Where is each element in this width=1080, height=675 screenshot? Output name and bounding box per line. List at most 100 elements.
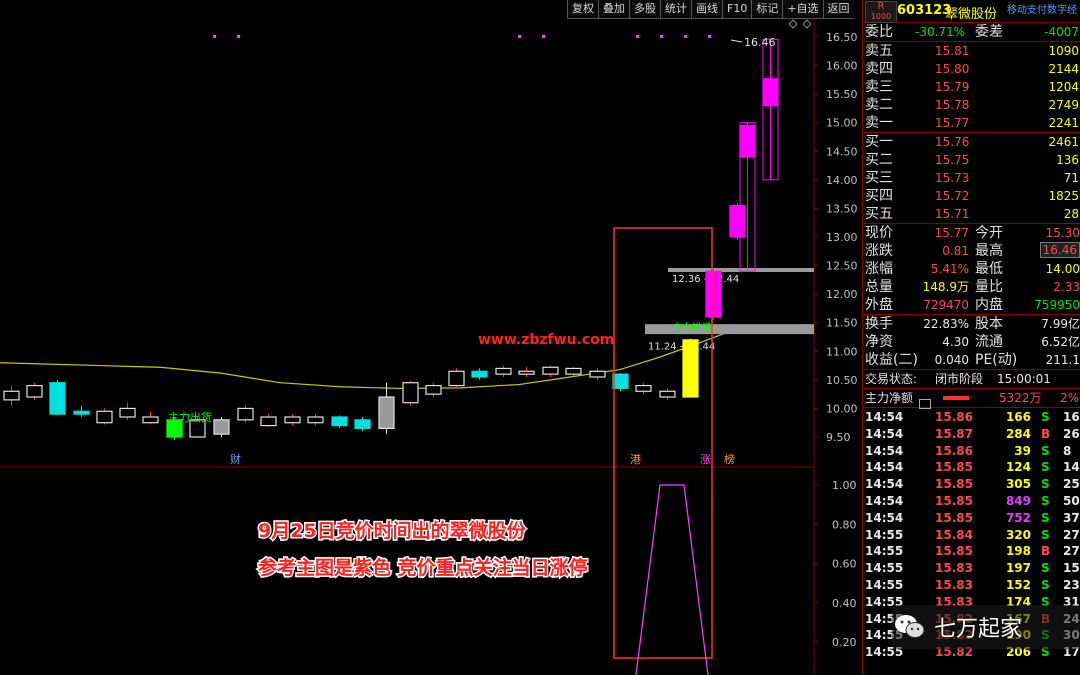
bid-level-row[interactable]: 买三 15.73 71 [863,169,1080,187]
toolbar-button-4[interactable]: 画线 [691,0,722,19]
trade-row[interactable]: 14:55 15.85 198 B 27 [863,543,1080,560]
trade-row[interactable]: 14:55 15.83 152 S 23 [863,577,1080,594]
quote-label: 今开 [975,225,1003,241]
fundamental-label: 股本 [975,316,1003,332]
quote-label: 量比 [975,279,1003,295]
price-tick-label: 14.50 [826,145,858,158]
bid-level-row[interactable]: 买四 15.72 1825 [863,187,1080,205]
fundamental-value: 0.040 [934,353,969,367]
ask-level-row[interactable]: 卖二 15.78 2749 [863,96,1080,114]
event-marker-zhang: 涨 [700,453,711,466]
toolbar-button-0[interactable]: 复权 [567,0,598,19]
rights-number: 1000 [870,12,892,21]
trade-count: 15 [1063,561,1080,576]
trade-side: S [1041,477,1050,492]
rights-label: R [877,1,885,12]
ask-level-label: 卖二 [865,97,893,113]
quote-value: 759950 [1034,298,1080,312]
bid-level-price: 15.76 [935,135,970,149]
trade-price: 15.85 [935,544,973,559]
trade-row[interactable]: 14:54 15.85 305 S 25 [863,476,1080,493]
quote-value: 14.00 [1045,262,1080,276]
price-tick-label: 15.50 [826,88,858,101]
toolbar-button-1[interactable]: 叠加 [598,0,629,19]
trade-time: 14:55 [865,561,904,576]
trade-row[interactable]: 14:54 15.86 39 S 8 [863,443,1080,460]
quote-label: 内盘 [975,297,1003,313]
trade-row[interactable]: 14:54 15.86 166 S 16 [863,409,1080,426]
main-flow-label: 主力净额 [865,391,914,405]
quote-stats: 现价 15.77 今开 15.30 涨跌 0.81 最高 16.46 涨幅 5.41% 最低 14.0… [863,224,1080,315]
price-axis: 16.50 16.00 15.50 15.00 14.50 14.00 13.50 13.00… [814,31,858,649]
bid-level-row[interactable]: 买五 15.71 28 [863,205,1080,223]
price-tick-label: 11.00 [826,345,858,358]
toolbar-button-2[interactable]: 多股 [629,0,660,19]
bid-level-label: 买二 [865,152,893,168]
quote-row: 涨幅 5.41% 最低 14.00 [863,260,1080,278]
quote-panel: R 1000 603123 翠微股份 移动支付数字经 委比 -30.71% 委差… [862,0,1080,675]
price-tick-label: 16.00 [826,60,858,73]
quote-label: 现价 [865,225,893,241]
ask-level-volume: 2749 [1048,98,1079,112]
bid-level-volume: 2461 [1048,135,1079,149]
wechat-logo-icon [895,615,925,638]
toolbar-button-6[interactable]: 标记 [751,0,783,19]
sub-tick-label: 1.00 [832,479,857,492]
ask-level-row[interactable]: 卖一 15.77 2241 [863,114,1080,132]
ask-level-row[interactable]: 卖三 15.79 1204 [863,78,1080,96]
toolbar-button-8[interactable]: 返回 [822,0,854,19]
trade-row[interactable]: 14:54 15.85 752 S 37 [863,510,1080,527]
lower-zone-bar [645,324,814,335]
high-price-label: 16.46 [744,36,776,49]
bid-level-row[interactable]: 买二 15.75 136 [863,151,1080,169]
trade-row[interactable]: 14:54 15.85 849 S 50 [863,493,1080,510]
trade-price: 15.83 [935,577,973,592]
trade-row[interactable]: 14:54 15.87 284 B 26 [863,426,1080,443]
trade-volume: 284 [1005,426,1031,441]
candle-body [26,384,43,398]
candle-body [448,370,465,387]
flow-bar [943,396,969,400]
bid-level-row[interactable]: 买一 15.76 2461 [863,133,1080,151]
trade-row[interactable]: 14:55 15.84 320 S 27 [863,527,1080,544]
trade-row[interactable]: 14:55 15.83 197 S 15 [863,560,1080,577]
kline-chart[interactable]: 12.36 - 12.4411.24 - 11.44 16.46 主力出货 主力进场… [0,0,862,675]
trade-row[interactable]: 14:54 15.85 124 S 14 [863,459,1080,476]
ask-level-row[interactable]: 卖四 15.80 2144 [863,60,1080,78]
toolbar-button-7[interactable]: +自选 [782,0,823,19]
candle-body [354,419,371,430]
candle-body [425,384,442,395]
ask-levels: 卖五 15.81 1090 卖四 15.80 2144 卖三 15.79 1204 卖二 15.78… [863,42,1080,133]
fundamental-label: 净资 [865,334,893,350]
trade-side: S [1041,410,1050,424]
trade-side: B [1041,544,1051,559]
annotation-line-2: 参考主图是紫色 竞价重点关注当日涨停 [258,556,588,579]
rights-badge[interactable]: R 1000 [865,1,897,23]
toolbar-button-3[interactable]: 统计 [660,0,691,19]
stock-name: 翠微股份 [945,7,998,22]
trade-status-value: 闭市阶段 [935,372,984,386]
bid-levels: 买一 15.76 2461 买二 15.75 136 买三 15.73 71 买四 15.72 182… [863,133,1080,224]
candle-body [142,416,159,424]
candle-body [739,124,756,158]
stock-header: R 1000 603123 翠微股份 移动支付数字经 [863,0,1080,23]
price-tick-label: 16.50 [826,31,858,44]
ask-level-volume: 2144 [1048,62,1079,76]
main-flow-value: 5322万 [999,391,1042,405]
sub-tick-label: 0.20 [832,636,857,649]
trade-volume: 198 [1005,544,1031,559]
quote-value: 148.9万 [922,280,969,294]
top-dot-mark [542,35,545,38]
candle-body [659,390,676,398]
toolbar-button-5[interactable]: F10 [722,0,752,19]
price-tick-label: 15.00 [826,117,858,130]
quote-value: 2.33 [1053,280,1080,294]
quote-value: 16.46 [1039,242,1080,258]
bid-level-volume: 136 [1056,153,1079,167]
ask-level-price: 15.78 [935,98,970,112]
price-tick-label: 10.00 [826,402,858,415]
trade-time: 14:54 [865,460,904,475]
ask-level-row[interactable]: 卖五 15.81 1090 [863,42,1080,60]
top-dot-mark [660,35,663,38]
quote-label: 涨幅 [865,261,893,277]
